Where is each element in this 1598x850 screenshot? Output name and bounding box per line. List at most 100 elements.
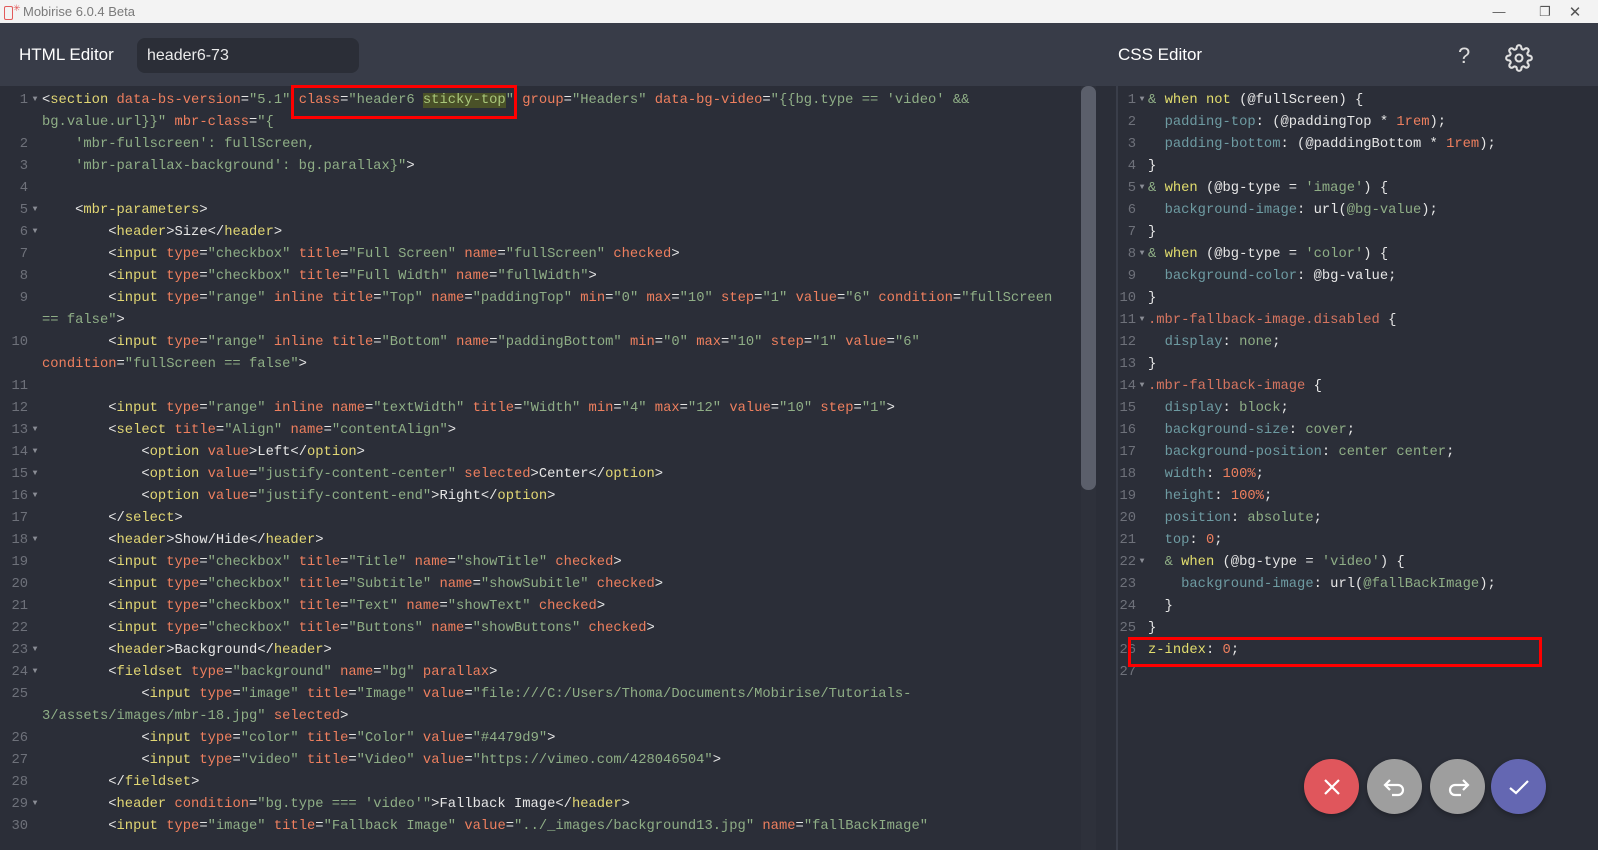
fold-arrow-icon[interactable]: ▼ [28, 222, 42, 242]
fold-arrow-icon[interactable]: ▼ [1136, 90, 1148, 110]
code-token: background-position [1148, 445, 1322, 460]
code-token: > [174, 511, 183, 526]
line-number: 23 [1119, 577, 1136, 592]
line-number: 2 [1127, 115, 1136, 130]
line-number: 17 [11, 511, 28, 526]
code-text: <mbr-parameters> [42, 200, 1080, 222]
code-token: > [489, 665, 498, 680]
code-token: < [42, 533, 117, 548]
code-token: "textWidth" [373, 401, 465, 416]
code-token: } [1148, 599, 1173, 614]
code-token: > [191, 775, 200, 790]
code-token: value [422, 687, 465, 702]
code-token: input [116, 269, 158, 284]
code-token: group [522, 93, 564, 108]
code-token: 'video' [1321, 555, 1380, 570]
code-token: type [166, 819, 200, 834]
code-token: option [149, 489, 200, 504]
code-token: = [232, 687, 241, 702]
code-text: .mbr-fallback-image.disabled { [1148, 310, 1598, 332]
fold-arrow-icon[interactable]: ▼ [28, 530, 42, 550]
code-token: "Text" [348, 599, 399, 614]
line-number: 13 [1119, 357, 1136, 372]
code-token: : [1288, 423, 1306, 438]
code-token: 'mbr-fullscreen': fullScreen, [42, 137, 316, 152]
fold-arrow-icon[interactable]: ▼ [28, 90, 42, 110]
code-token: >Fallback Image</ [431, 797, 572, 812]
code-token: (@bg-type = [1214, 555, 1322, 570]
code-token: < [42, 797, 117, 812]
code-token: : [1205, 467, 1223, 482]
html-code-editor[interactable]: 1 ▼ <section data-bs-version="5.1" class="… [0, 86, 1080, 850]
code-token: step [770, 335, 804, 350]
code-line: 25 <input type="image" title="Image" val… [0, 684, 1080, 728]
line-number: 17 [1119, 445, 1136, 460]
line-number: 11 [11, 379, 28, 394]
code-line: 8 <input type="checkbox" title="Full Wid… [0, 266, 1080, 288]
block-name-input[interactable] [137, 38, 359, 73]
code-token: "12" [687, 401, 722, 416]
fold-arrow-icon[interactable]: ▼ [1136, 178, 1148, 198]
fold-arrow-icon[interactable]: ▼ [28, 442, 42, 462]
code-token: "checkbox" [207, 247, 291, 262]
code-token: "range" [207, 401, 266, 416]
code-token: "Align" [224, 423, 283, 438]
redo-button[interactable] [1430, 759, 1485, 814]
code-token: = [348, 731, 357, 746]
fold-arrow-icon[interactable]: ▼ [28, 794, 42, 814]
fold-arrow-icon[interactable]: ▼ [1136, 244, 1148, 264]
fold-arrow-icon[interactable]: ▼ [28, 662, 42, 682]
code-token: title [273, 819, 316, 834]
code-line: 5 ▼ <mbr-parameters> [0, 200, 1080, 222]
code-token: when [1181, 555, 1215, 570]
fold-arrow-icon[interactable]: ▼ [1136, 376, 1148, 396]
code-token: < [42, 225, 117, 240]
code-token: " [505, 93, 514, 108]
code-token: (@bg-type = [1197, 181, 1306, 196]
close-window-icon[interactable]: ✕ [1552, 0, 1598, 23]
code-line: 14 ▼ .mbr-fallback-image { [1118, 376, 1598, 398]
code-token: = [199, 555, 208, 570]
code-token: = [563, 93, 572, 108]
code-token: = [199, 819, 208, 834]
code-token: < [42, 269, 117, 284]
code-token: : url( [1297, 203, 1347, 218]
gear-icon[interactable] [1505, 44, 1533, 72]
code-token: = [886, 335, 895, 350]
code-token: 1rem [1446, 137, 1480, 152]
fold-arrow-icon[interactable]: ▼ [28, 640, 42, 660]
code-token: "bg.type === 'video'" [257, 797, 432, 812]
fold-arrow-icon[interactable]: ▼ [1136, 552, 1148, 572]
cancel-button[interactable] [1304, 759, 1359, 814]
fold-arrow-icon[interactable]: ▼ [28, 420, 42, 440]
code-token: 0 [1222, 643, 1231, 658]
code-token: = [323, 423, 332, 438]
apply-button[interactable] [1491, 759, 1546, 814]
code-text: <header condition="bg.type === 'video'">… [42, 794, 1080, 816]
html-editor-scrollbar-thumb[interactable] [1081, 86, 1096, 490]
help-button[interactable]: ? [1458, 43, 1470, 69]
code-token: background-image [1148, 203, 1298, 218]
code-token: > [588, 269, 597, 284]
fold-arrow-icon[interactable]: ▼ [28, 486, 42, 506]
code-token: value [464, 819, 506, 834]
code-text: & when not (@fullScreen) { [1148, 90, 1598, 112]
css-code-editor[interactable]: 1 ▼ & when not (@fullScreen) {2 padding-to… [1118, 86, 1598, 850]
code-token: name [456, 269, 490, 284]
code-token: </ [42, 775, 125, 790]
code-text: & when (@bg-type = 'image') { [1148, 178, 1598, 200]
code-token: > [654, 577, 664, 592]
fold-arrow-icon[interactable]: ▼ [28, 464, 42, 484]
code-token: > [273, 225, 283, 240]
undo-button[interactable] [1367, 759, 1422, 814]
html-editor-title: HTML Editor [19, 45, 114, 64]
fold-arrow-icon[interactable]: ▼ [28, 200, 42, 220]
fold-arrow-icon[interactable]: ▼ [1136, 310, 1148, 330]
